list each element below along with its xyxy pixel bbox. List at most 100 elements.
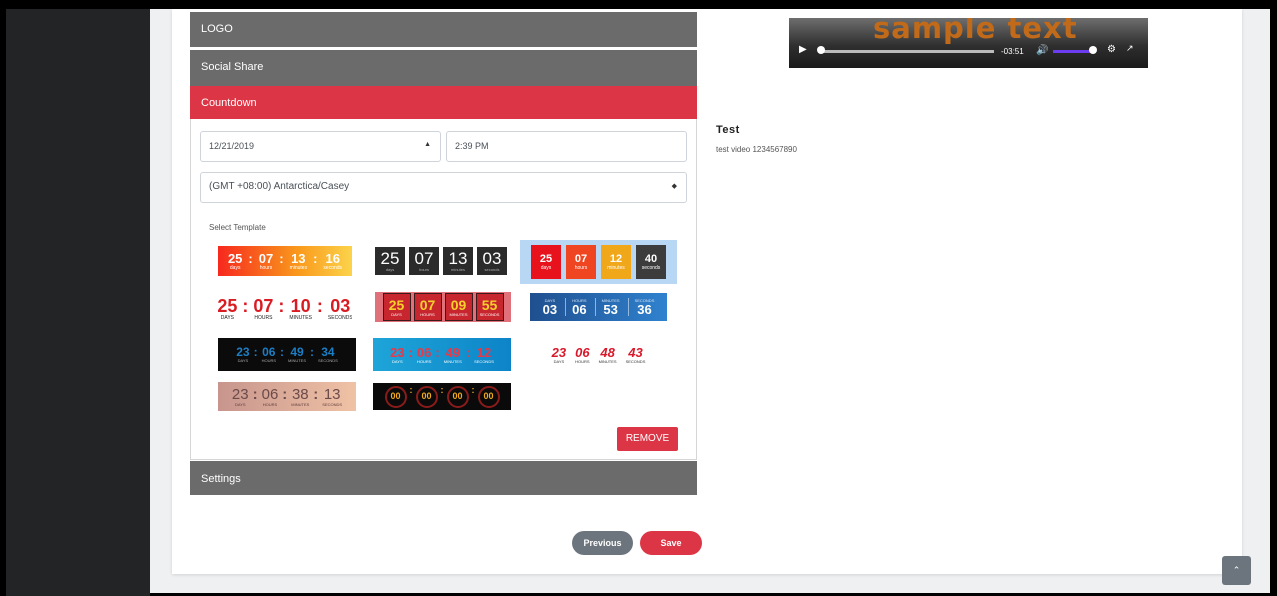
countdown-caption: MINUTES — [288, 358, 307, 363]
scroll-to-top-button[interactable]: ⌃ — [1222, 556, 1251, 585]
template-option-4[interactable]: 25 DAYS:07 HOURS:10 MINUTES:03 SECONDS — [218, 292, 352, 326]
countdown-unit: 49 MINUTES — [444, 346, 462, 364]
time-remaining: -03:51 — [1001, 47, 1024, 56]
play-icon[interactable]: ▶ — [799, 44, 807, 55]
template-option-3[interactable]: 25 days 07 hours 12 minutes 40 seconds — [520, 240, 677, 284]
accordion-social-share[interactable]: Social Share — [190, 50, 697, 86]
progress-handle[interactable] — [817, 46, 825, 54]
time-input[interactable]: 2:39 PM — [446, 131, 687, 162]
countdown-number: 13 — [448, 249, 468, 268]
timezone-select[interactable]: (GMT +08:00) Antarctica/Casey ◆ — [200, 172, 687, 203]
previous-button[interactable]: Previous — [572, 531, 633, 555]
countdown-caption: DAYS — [392, 358, 403, 364]
countdown-unit: 48 MINUTES — [599, 346, 617, 364]
countdown-unit: MINUTES 53 — [594, 298, 620, 316]
select-arrows-icon: ◆ — [671, 183, 677, 190]
countdown-number: 40 — [644, 252, 658, 265]
countdown-number: 07 — [414, 249, 434, 268]
template-5-digits: 25 DAYS 07 HOURS 09 MINUTES 55 SECONDS — [382, 293, 504, 321]
countdown-unit: DAYS 03 — [543, 298, 557, 316]
template-option-8[interactable]: 23 DAYS:06 HOURS:49 MINUTES:12 SECONDS — [373, 338, 511, 371]
countdown-caption: HOURS — [262, 401, 278, 407]
video-player[interactable]: sample text ▶ -03:51 🔊 ⚙ ↗ — [789, 18, 1148, 68]
countdown-unit: 07 HOURS — [253, 297, 273, 321]
accordion-settings[interactable]: Settings — [190, 461, 697, 495]
countdown-caption: MINUTES — [449, 311, 468, 317]
countdown-caption: hours — [418, 267, 429, 272]
save-button[interactable]: Save — [640, 531, 702, 555]
countdown-number: 10 — [290, 296, 311, 316]
countdown-caption: DAYS — [391, 311, 402, 317]
countdown-number: 34 — [321, 345, 335, 359]
countdown-caption: DAYS — [553, 358, 565, 364]
gear-icon[interactable]: ⚙ — [1107, 44, 1116, 55]
countdown-number: 07 — [574, 252, 588, 265]
separator: : — [440, 384, 444, 395]
template-option-6[interactable]: DAYS 03 HOURS 06 MINUTES 53 SECONDS 36 — [530, 293, 667, 321]
accordion-countdown[interactable]: Countdown — [190, 86, 697, 120]
countdown-number: 07 — [253, 296, 274, 316]
countdown-number: 55 — [481, 296, 498, 313]
template-option-7[interactable]: 23 DAYS:06 HOURS:49 MINUTES:34 SECONDS — [218, 338, 356, 371]
template-option-10[interactable]: 23 DAYS:06 HOURS:38 MINUTES:13 SECONDS — [218, 382, 356, 411]
countdown-caption: days — [540, 264, 552, 271]
countdown-number: 06 — [416, 344, 432, 360]
countdown-unit: 25 DAYS — [382, 293, 411, 321]
progress-track[interactable] — [819, 50, 994, 53]
volume-handle[interactable] — [1089, 46, 1097, 54]
countdown-unit: 25 days — [375, 247, 405, 275]
select-template-label: Select Template — [209, 223, 266, 232]
countdown-number: 09 — [450, 296, 467, 313]
countdown-number: 25 — [218, 296, 238, 316]
countdown-unit: 07 hours — [566, 245, 596, 279]
separator: : — [278, 296, 285, 316]
separator: : — [310, 345, 315, 359]
countdown-unit: 00 — [384, 385, 407, 408]
template-option-5[interactable]: 25 DAYS 07 HOURS 09 MINUTES 55 SECONDS — [375, 292, 511, 322]
preview-description: test video 1234567890 — [716, 145, 797, 154]
date-select[interactable]: 12/21/2019 ▲ — [200, 131, 441, 162]
countdown-caption: HOURS — [416, 358, 432, 364]
countdown-unit: 13 minutes — [443, 247, 473, 275]
countdown-number: 23 — [551, 344, 567, 360]
countdown-unit: 23 DAYS — [552, 346, 566, 364]
accordion-logo-label: LOGO — [201, 23, 233, 35]
countdown-number: 43 — [628, 344, 643, 360]
separator: : — [435, 344, 440, 360]
countdown-caption: SECONDS — [322, 401, 343, 407]
countdown-caption: hours — [259, 264, 273, 271]
accordion-logo[interactable]: LOGO — [190, 12, 697, 47]
countdown-number: 06 — [261, 385, 279, 403]
template-9-digits: 23 DAYS 06 HOURS 48 MINUTES 43 SECONDS — [552, 346, 646, 364]
chevron-up-icon: ⌃ — [1232, 565, 1241, 575]
fullscreen-icon[interactable]: ↗ — [1126, 43, 1134, 54]
volume-icon[interactable]: 🔊 — [1036, 45, 1048, 56]
time-value: 2:39 PM — [455, 141, 489, 151]
countdown-unit: 06 HOURS — [417, 346, 431, 364]
sidebar — [6, 9, 150, 596]
countdown-caption: SECONDS — [474, 358, 494, 364]
countdown-caption: seconds — [641, 264, 661, 271]
countdown-number: 25 — [227, 250, 243, 266]
countdown-caption: MINUTES — [443, 358, 462, 364]
template-option-1[interactable]: 25 days:07 hours:13 minutes:16 seconds — [218, 246, 352, 276]
countdown-unit: HOURS 06 — [565, 298, 587, 316]
template-11-digits: 00:00:00:00 — [384, 384, 500, 408]
countdown-caption: days — [229, 264, 241, 271]
countdown-caption: SECONDS — [318, 358, 338, 363]
countdown-caption: HOURS — [254, 315, 273, 321]
separator: : — [409, 384, 413, 395]
separator: : — [313, 385, 319, 403]
remove-button[interactable]: REMOVE — [617, 427, 678, 451]
volume-track[interactable] — [1053, 50, 1093, 53]
template-option-9[interactable]: 23 DAYS 06 HOURS 48 MINUTES 43 SECONDS — [530, 338, 667, 371]
countdown-number: 25 — [380, 249, 400, 268]
select-arrows-icon: ▲ — [424, 141, 431, 148]
countdown-unit: 03 SECONDS — [328, 297, 352, 321]
separator: : — [282, 385, 288, 403]
separator: : — [316, 296, 323, 316]
countdown-unit: 23 DAYS — [232, 387, 249, 407]
template-option-2[interactable]: 25 days 07 hours 13 minutes 03 seconds — [373, 243, 509, 279]
countdown-caption: MINUTES — [598, 358, 617, 364]
template-option-11[interactable]: 00:00:00:00 — [373, 383, 511, 410]
